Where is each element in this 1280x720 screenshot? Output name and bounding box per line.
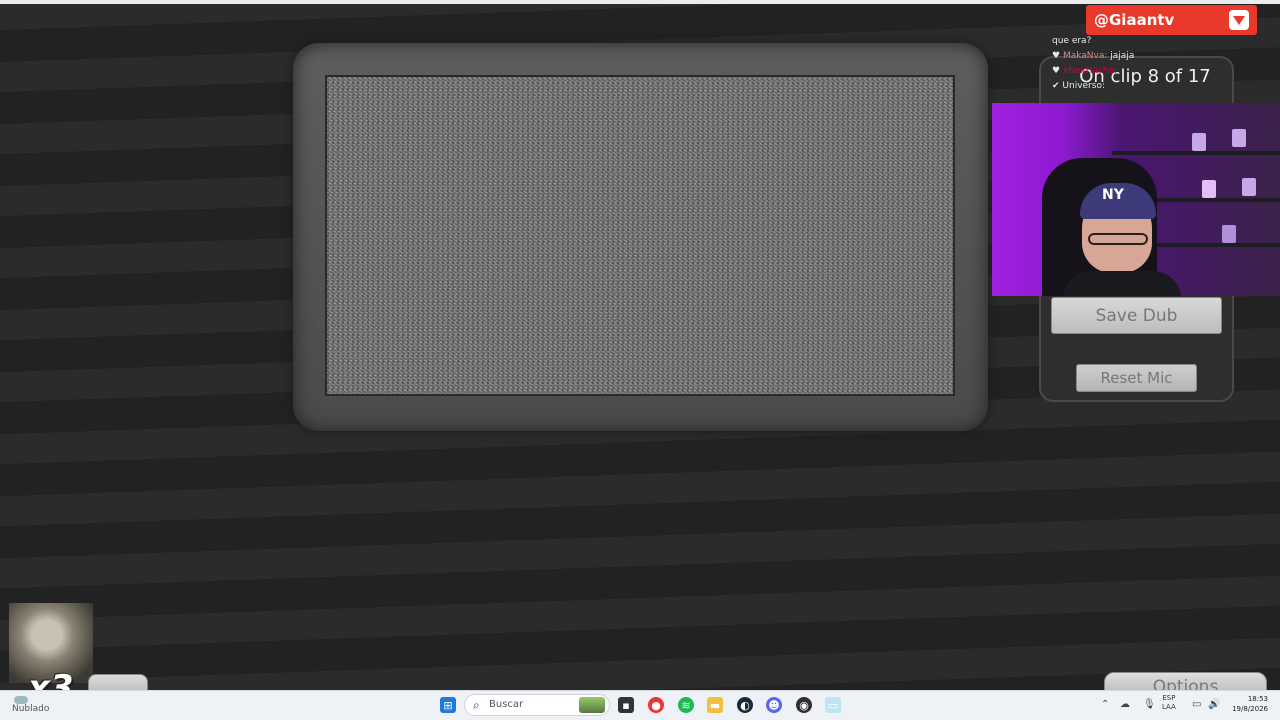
volume-icon[interactable]: 🔊 [1208, 699, 1220, 710]
windows-start-icon[interactable]: ⊞ [440, 697, 456, 713]
language-code: ESP [1162, 694, 1176, 702]
clock-date: 19/8/2026 [1232, 705, 1268, 713]
chrome-icon[interactable]: ● [648, 697, 664, 713]
chat-message: ♥ MakaNva: jajaja [1052, 51, 1135, 61]
search-placeholder: Buscar [489, 699, 524, 710]
tray-overflow-icon[interactable]: ⌃ [1101, 699, 1109, 710]
glasses [1088, 233, 1148, 245]
shelf-figure [1232, 129, 1246, 147]
chat-message: ✔ Universo: [1052, 81, 1105, 91]
search-highlight-image [579, 697, 605, 713]
shelf-figure [1242, 178, 1256, 196]
shelf-figure [1222, 225, 1236, 243]
reset-mic-button[interactable]: Reset Mic [1076, 364, 1197, 392]
taskbar-clock[interactable]: 18:53 19/8/2026 [1228, 694, 1268, 714]
keyboard-layout: LAA [1162, 703, 1176, 711]
options-button[interactable]: Options [1104, 672, 1267, 692]
taskbar-search-input[interactable]: ⌕ Buscar [464, 694, 610, 716]
chat-message: que era? [1052, 36, 1092, 46]
streamer-webcam: NY [992, 103, 1280, 296]
window-top-edge [0, 0, 1280, 4]
file-explorer-icon[interactable]: ▬ [707, 697, 723, 713]
platform-logo-icon [1229, 10, 1249, 30]
onedrive-icon[interactable]: ☁ [1120, 699, 1130, 710]
weather-text[interactable]: Nublado [12, 704, 49, 714]
stream-chat: que era? ♥ MakaNva: jajaja ♥ xNexHache: … [1052, 34, 1212, 94]
app-icon[interactable]: ▭ [825, 697, 841, 713]
microphone-icon[interactable]: 🎙 [1143, 699, 1156, 710]
streamer-handle: @Giaantv [1094, 11, 1175, 29]
chat-message: ♥ xNexHache: [1052, 66, 1118, 76]
cap-logo: NY [1102, 187, 1124, 203]
weather-cloud-icon[interactable] [14, 696, 28, 704]
task-view-icon[interactable]: ▪ [618, 697, 634, 713]
shelf-figure [1202, 180, 1216, 198]
discord-icon[interactable]: ☻ [766, 697, 782, 713]
streamer-handle-banner: @Giaantv [1086, 5, 1257, 35]
spotify-icon[interactable]: ≋ [678, 697, 694, 713]
windows-taskbar [0, 690, 1280, 720]
streamer-torso [1062, 271, 1182, 296]
clock-time: 18:53 [1247, 695, 1268, 703]
language-indicator[interactable]: ESP LAA [1162, 694, 1176, 712]
search-icon: ⌕ [473, 698, 480, 712]
obs-icon[interactable]: ◉ [796, 697, 812, 713]
video-static-screen [325, 75, 955, 396]
shelf [1112, 151, 1280, 155]
steam-icon[interactable]: ◐ [737, 697, 753, 713]
shelf-figure [1192, 133, 1206, 151]
save-dub-button[interactable]: Save Dub [1051, 297, 1222, 334]
network-icon[interactable]: ▭ [1192, 699, 1201, 710]
